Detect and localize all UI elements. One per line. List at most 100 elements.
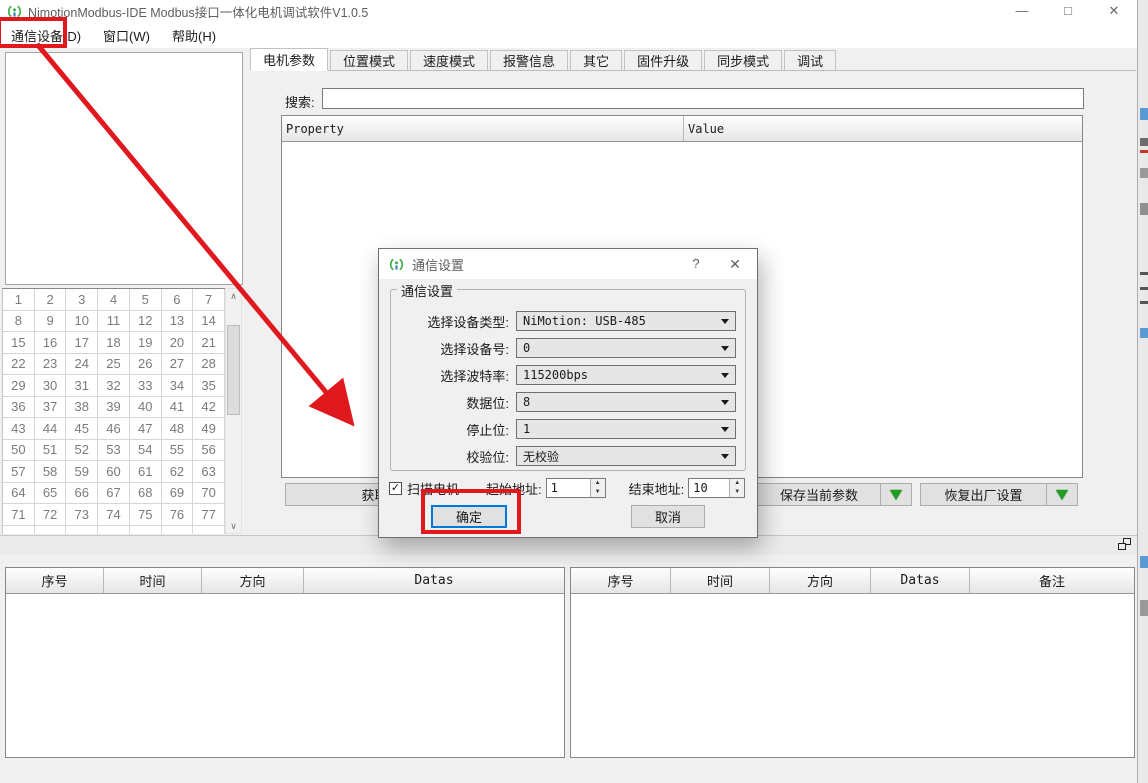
grid-cell[interactable]: 61 — [130, 461, 162, 483]
save-params-dropdown[interactable] — [880, 484, 911, 505]
scan-motor-checkbox[interactable]: ✓ — [389, 482, 402, 495]
grid-cell[interactable]: 66 — [66, 483, 98, 505]
grid-cell[interactable]: 73 — [66, 504, 98, 526]
grid-cell[interactable]: 53 — [98, 440, 130, 462]
dock-float-icon[interactable] — [1118, 538, 1131, 550]
grid-cell[interactable]: 18 — [98, 332, 130, 354]
combo-1[interactable]: 0 — [516, 338, 736, 358]
grid-cell[interactable]: 23 — [35, 354, 67, 376]
grid-cell[interactable]: 51 — [35, 440, 67, 462]
grid-cell[interactable]: 25 — [98, 354, 130, 376]
column-header-2[interactable]: 方向 — [770, 568, 871, 593]
grid-cell[interactable]: 27 — [162, 354, 194, 376]
grid-cell[interactable]: 41 — [162, 397, 194, 419]
grid-cell[interactable]: 30 — [35, 375, 67, 397]
tab-0[interactable]: 电机参数 — [250, 48, 328, 71]
tab-1[interactable]: 位置模式 — [330, 50, 408, 70]
grid-cell[interactable]: 13 — [162, 311, 194, 333]
grid-cell[interactable]: 10 — [66, 311, 98, 333]
grid-cell[interactable]: 59 — [66, 461, 98, 483]
tab-4[interactable]: 其它 — [570, 50, 622, 70]
tab-5[interactable]: 固件升级 — [624, 50, 702, 70]
grid-cell[interactable]: 29 — [3, 375, 35, 397]
grid-cell[interactable]: 26 — [130, 354, 162, 376]
restore-factory-dropdown[interactable] — [1046, 484, 1077, 505]
grid-cell[interactable]: 1 — [3, 289, 35, 311]
grid-cell[interactable]: 15 — [3, 332, 35, 354]
grid-cell[interactable]: 71 — [3, 504, 35, 526]
tab-6[interactable]: 同步模式 — [704, 50, 782, 70]
grid-cell[interactable]: 9 — [35, 311, 67, 333]
combo-2[interactable]: 115200bps — [516, 365, 736, 385]
column-header-0[interactable]: 序号 — [571, 568, 671, 593]
grid-cell[interactable]: 50 — [3, 440, 35, 462]
end-address-value[interactable]: 10 — [689, 479, 729, 497]
grid-cell[interactable]: 32 — [98, 375, 130, 397]
dialog-help-button[interactable]: ? — [679, 249, 713, 279]
grid-cell[interactable]: 12 — [130, 311, 162, 333]
grid-cell[interactable]: 38 — [66, 397, 98, 419]
grid-cell[interactable]: 64 — [3, 483, 35, 505]
grid-cell[interactable]: 58 — [35, 461, 67, 483]
spinner-arrows-icon[interactable]: ▲▼ — [590, 479, 605, 497]
grid-cell[interactable]: 49 — [193, 418, 225, 440]
grid-cell[interactable]: 7 — [193, 289, 225, 311]
tab-7[interactable]: 调试 — [784, 50, 836, 70]
end-address-spinner[interactable]: 10 ▲▼ — [688, 478, 745, 498]
close-button[interactable]: ✕ — [1091, 0, 1137, 22]
grid-cell[interactable]: 68 — [130, 483, 162, 505]
grid-cell[interactable]: 22 — [3, 354, 35, 376]
column-header-3[interactable]: Datas — [871, 568, 970, 593]
grid-cell[interactable]: 33 — [130, 375, 162, 397]
grid-cell[interactable]: 16 — [35, 332, 67, 354]
tab-2[interactable]: 速度模式 — [410, 50, 488, 70]
search-input[interactable] — [322, 88, 1084, 109]
combo-5[interactable]: 无校验 — [516, 446, 736, 466]
cancel-button[interactable]: 取消 — [631, 505, 705, 528]
grid-cell[interactable]: 6 — [162, 289, 194, 311]
grid-cell[interactable]: 60 — [98, 461, 130, 483]
grid-cell[interactable]: 2 — [35, 289, 67, 311]
grid-cell[interactable]: 31 — [66, 375, 98, 397]
maximize-button[interactable]: □ — [1045, 0, 1091, 22]
menu-item-0[interactable]: 通信设备(D) — [0, 22, 92, 49]
start-address-value[interactable]: 1 — [547, 479, 590, 497]
grid-cell[interactable]: 11 — [98, 311, 130, 333]
menu-item-2[interactable]: 帮助(H) — [161, 22, 227, 49]
grid-cell[interactable]: 5 — [130, 289, 162, 311]
grid-cell[interactable]: 69 — [162, 483, 194, 505]
tab-3[interactable]: 报警信息 — [490, 50, 568, 70]
grid-cell[interactable]: 48 — [162, 418, 194, 440]
grid-cell[interactable]: 44 — [35, 418, 67, 440]
column-header-0[interactable]: 序号 — [6, 568, 104, 593]
save-params-label[interactable]: 保存当前参数 — [758, 484, 880, 505]
grid-cell[interactable]: 14 — [193, 311, 225, 333]
menu-item-1[interactable]: 窗口(W) — [92, 22, 161, 49]
grid-cell[interactable]: 72 — [35, 504, 67, 526]
grid-cell[interactable]: 39 — [98, 397, 130, 419]
spinner-arrows-icon[interactable]: ▲▼ — [729, 479, 744, 497]
scrollbar-thumb[interactable] — [227, 325, 240, 415]
grid-cell[interactable]: 62 — [162, 461, 194, 483]
column-header-1[interactable]: 时间 — [104, 568, 202, 593]
grid-cell[interactable]: 76 — [162, 504, 194, 526]
grid-cell[interactable]: 63 — [193, 461, 225, 483]
ok-button[interactable]: 确定 — [431, 505, 507, 528]
grid-cell[interactable]: 56 — [193, 440, 225, 462]
combo-3[interactable]: 8 — [516, 392, 736, 412]
grid-cell[interactable]: 35 — [193, 375, 225, 397]
save-params-split-button[interactable]: 保存当前参数 — [757, 483, 912, 506]
combo-4[interactable]: 1 — [516, 419, 736, 439]
grid-cell[interactable]: 21 — [193, 332, 225, 354]
grid-cell[interactable]: 45 — [66, 418, 98, 440]
grid-cell[interactable]: 67 — [98, 483, 130, 505]
grid-cell[interactable]: 52 — [66, 440, 98, 462]
grid-cell[interactable]: 36 — [3, 397, 35, 419]
grid-cell[interactable]: 46 — [98, 418, 130, 440]
restore-factory-split-button[interactable]: 恢复出厂设置 — [920, 483, 1078, 506]
grid-cell[interactable]: 4 — [98, 289, 130, 311]
column-header-4[interactable]: 备注 — [970, 568, 1134, 593]
grid-cell[interactable]: 42 — [193, 397, 225, 419]
grid-cell[interactable]: 20 — [162, 332, 194, 354]
scroll-down-icon[interactable]: ∨ — [226, 519, 241, 533]
